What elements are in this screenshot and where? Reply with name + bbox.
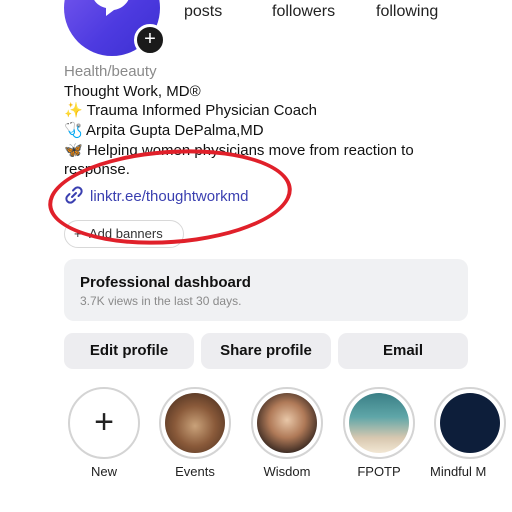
- highlight-label: New: [90, 464, 117, 479]
- add-story-icon[interactable]: +: [134, 24, 166, 56]
- highlight-label: Mindful M: [430, 464, 487, 479]
- highlight-cover: [165, 393, 225, 453]
- share-profile-button[interactable]: Share profile: [201, 333, 331, 369]
- highlight-cover: [257, 393, 317, 453]
- highlight-cover: [440, 393, 500, 453]
- plus-icon: +: [94, 403, 114, 441]
- dashboard-title: Professional dashboard: [80, 274, 251, 291]
- highlight-wisdom[interactable]: [251, 387, 323, 459]
- stat-posts-label[interactable]: posts: [184, 3, 222, 21]
- highlight-label: FPOTP: [357, 464, 401, 479]
- bio-line: ✨ Trauma Informed Physician Coach: [64, 102, 317, 119]
- profile-name: Thought Work, MD®: [64, 83, 201, 100]
- highlight-fpotp[interactable]: [343, 387, 415, 459]
- email-button[interactable]: Email: [338, 333, 468, 369]
- edit-profile-button[interactable]: Edit profile: [64, 333, 194, 369]
- highlight-label: Events: [175, 464, 215, 479]
- bio-line: 🩺 Arpita Gupta DePalma,MD: [64, 122, 264, 139]
- highlight-events[interactable]: [159, 387, 231, 459]
- highlight-new[interactable]: +: [68, 387, 140, 459]
- profile-category: Health/beauty: [64, 63, 157, 80]
- stat-following-label[interactable]: following: [376, 3, 438, 21]
- highlight-mindful[interactable]: [434, 387, 506, 459]
- dashboard-subtitle: 3.7K views in the last 30 days.: [80, 294, 242, 308]
- professional-dashboard[interactable]: Professional dashboard 3.7K views in the…: [64, 259, 468, 321]
- highlight-cover: [349, 393, 409, 453]
- logo-icon: [94, 0, 129, 16]
- highlight-label: Wisdom: [263, 464, 311, 479]
- stat-followers-label[interactable]: followers: [272, 3, 335, 21]
